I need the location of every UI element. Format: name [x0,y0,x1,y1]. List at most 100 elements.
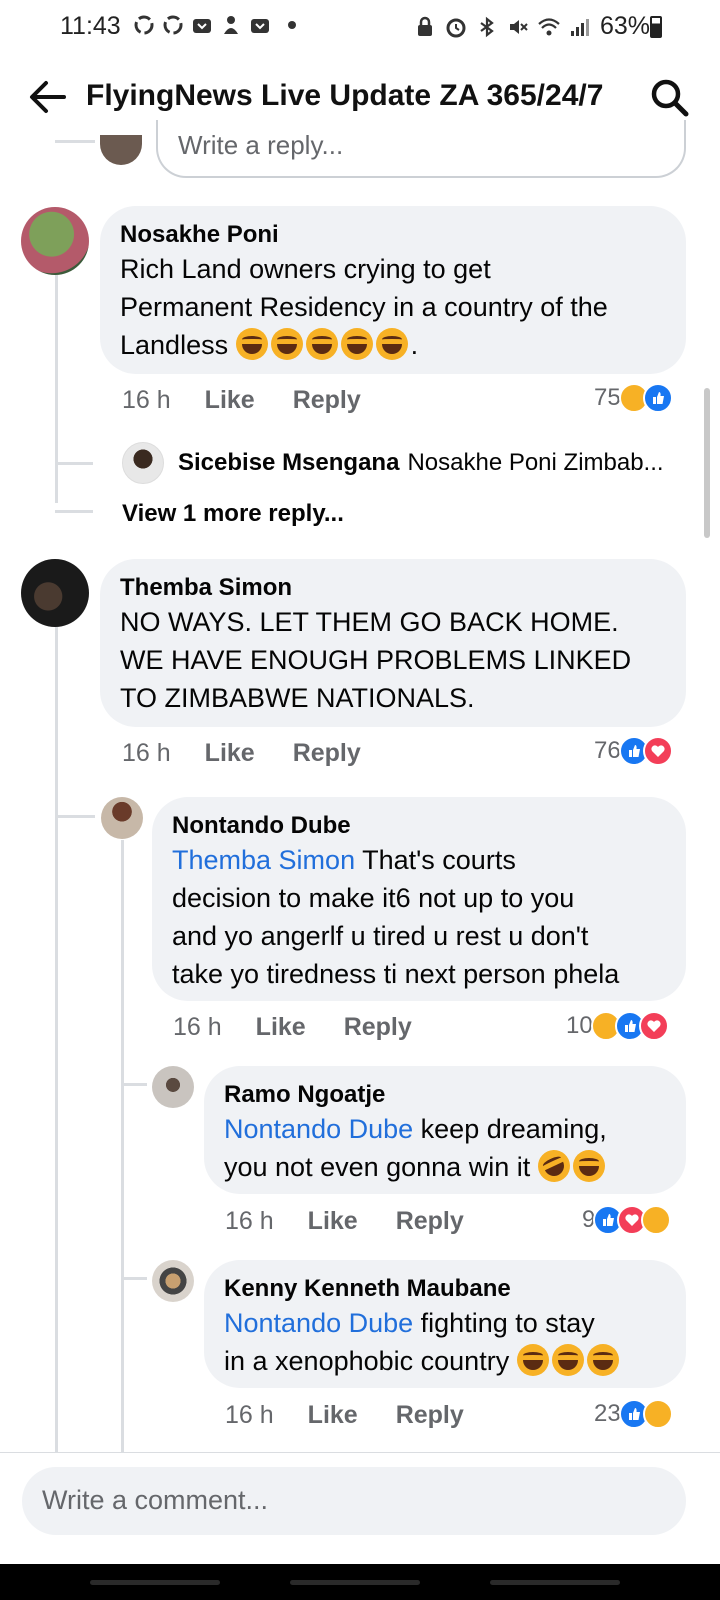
sync-icon [134,15,154,35]
reaction-count: 76 [594,737,621,764]
reaction-count: 10 [566,1012,593,1039]
comment-input[interactable]: Write a comment... [22,1467,686,1535]
like-button[interactable]: Like [205,739,255,768]
download-icon [251,19,269,33]
like-button[interactable]: Like [308,1207,358,1236]
like-button[interactable]: Like [205,386,255,415]
avatar[interactable] [21,207,89,275]
comment-bubble: Kenny Kenneth Maubane Nontando Dube figh… [204,1260,686,1388]
laughing-emoji-icon [270,328,303,360]
battery-percent: 63% [599,12,650,40]
system-icons: 63% [414,12,650,41]
laughing-emoji-icon [340,328,373,360]
comment-input-placeholder: Write a comment... [42,1485,269,1515]
avatar[interactable] [101,797,143,839]
reaction-summary[interactable]: 75 [594,383,673,413]
comment-bubble: Themba Simon NO WAYS. LET THEM GO BACK H… [100,559,686,727]
reply-button[interactable]: Reply [396,1207,464,1236]
like-button[interactable]: Like [308,1401,358,1430]
comment-text: NO WAYS. LET THEM GO BACK HOME. WE HAVE … [120,607,632,713]
thread-line [121,840,124,1452]
reply-button[interactable]: Reply [293,386,361,415]
more-notifications-dot [288,21,296,29]
laughing-emoji-icon [551,1344,584,1376]
status-bar: 11:43 63% [0,0,720,56]
reaction-count: 23 [594,1400,621,1427]
reply-preview-text: Nosakhe Poni Zimbab... [407,449,664,476]
avatar[interactable] [152,1066,194,1108]
reply-button[interactable]: Reply [396,1401,464,1430]
alarm-icon [446,18,466,37]
comment-actions: 16 h Like Reply [122,739,361,768]
like-button[interactable]: Like [256,1013,306,1042]
app-icon [224,16,238,34]
comment-actions: 16 h Like Reply [225,1207,464,1236]
wifi-icon [538,17,560,35]
laughing-emoji-icon [235,328,268,360]
reply-input[interactable]: Write a reply... [156,120,686,178]
avatar [122,442,164,484]
mention-link[interactable]: Nontando Dube [224,1308,413,1338]
comment-author[interactable]: Kenny Kenneth Maubane [224,1274,666,1304]
comment-text: Rich Land owners crying to get Permanent… [120,254,608,360]
comment-actions: 16 h Like Reply [122,386,361,415]
thread-line [55,462,93,465]
thread-line [55,510,93,513]
reaction-summary[interactable]: 9 [582,1205,672,1235]
search-icon[interactable] [650,78,690,118]
avatar[interactable] [152,1260,194,1302]
laughing-emoji-icon [305,328,338,360]
reaction-summary[interactable]: 23 [594,1399,673,1429]
collapsed-reply[interactable]: Sicebise Msengana Nosakhe Poni Zimbab... [122,442,664,484]
download-icon [193,19,211,33]
notification-icons [133,14,296,36]
laughing-emoji-icon [572,1150,605,1182]
reply-author[interactable]: Sicebise Msengana [178,449,399,477]
battery-icon [650,16,662,38]
comment-author[interactable]: Nontando Dube [172,811,666,841]
laughing-emoji-icon [586,1344,619,1376]
thread-line [55,140,95,143]
comment-timestamp: 16 h [225,1401,274,1429]
laughing-emoji-icon [516,1344,549,1376]
comment-timestamp: 16 h [225,1207,274,1235]
mention-link[interactable]: Nontando Dube [224,1114,413,1144]
back-arrow-icon[interactable] [28,80,68,114]
love-icon [638,1011,669,1041]
haha-icon [642,1399,673,1429]
comment-actions: 16 h Like Reply [173,1013,412,1042]
comment-composer: Write a comment... [0,1452,720,1564]
mention-link[interactable]: Themba Simon [172,845,355,875]
comment-author[interactable]: Ramo Ngoatje [224,1080,666,1110]
thread-line [121,1277,147,1280]
comment-actions: 16 h Like Reply [225,1401,464,1430]
recents-button[interactable] [90,1580,220,1585]
reply-input-placeholder: Write a reply... [178,130,344,160]
thread-line [55,275,58,503]
laughing-emoji-icon [375,328,408,360]
home-button[interactable] [290,1580,420,1585]
thread-line [55,627,58,1452]
reaction-summary[interactable]: 76 [594,736,673,766]
like-icon [642,383,673,413]
love-icon [642,736,673,766]
comment-author[interactable]: Nosakhe Poni [120,220,666,250]
thread-line [121,1083,147,1086]
back-button[interactable] [490,1580,620,1585]
comment-text: Themba Simon That's courts decision to m… [172,845,620,989]
avatar[interactable] [21,559,89,627]
comment-timestamp: 16 h [122,386,171,414]
sad-icon [641,1205,672,1235]
bluetooth-icon [480,16,494,37]
comment-author[interactable]: Themba Simon [120,573,666,603]
avatar [100,135,142,165]
mute-icon [509,19,528,34]
reply-button[interactable]: Reply [344,1013,412,1042]
sync-icon [163,15,183,35]
reply-button[interactable]: Reply [293,739,361,768]
scrollbar[interactable] [704,388,710,538]
system-navigation-bar [0,1564,720,1600]
view-more-replies-link[interactable]: View 1 more reply... [122,500,344,528]
reaction-summary[interactable]: 10 [566,1011,669,1041]
comment-timestamp: 16 h [173,1013,222,1041]
